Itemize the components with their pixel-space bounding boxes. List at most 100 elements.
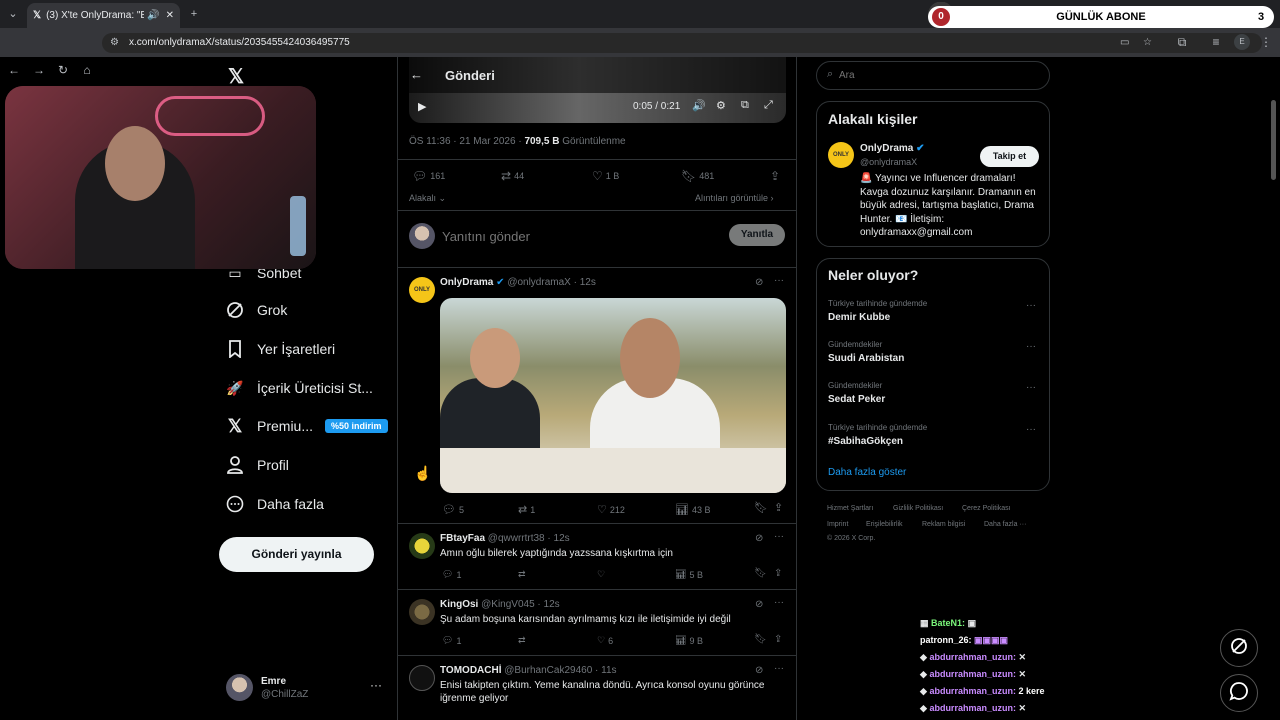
reload-icon[interactable]: ↻ (55, 62, 71, 78)
grok-icon[interactable]: ⊘ (755, 533, 763, 544)
footer-link[interactable]: Hizmet Şartları (827, 505, 873, 512)
nav-item-premium[interactable]: 𝕏 Premiu... %50 indirim (224, 415, 388, 437)
grok-icon[interactable]: ⊘ (755, 277, 763, 288)
volume-icon[interactable]: 🔊 (692, 99, 706, 112)
tweet-author[interactable]: KingOsi (440, 599, 478, 610)
like-action[interactable]: ♡ 212 (597, 503, 625, 516)
trend-item[interactable]: Türkiye tarihinde gündemde #SabihaGökçen (828, 423, 927, 447)
grok-fab[interactable] (1220, 629, 1258, 667)
bookmark-action[interactable]: 🔖︎ 481 (681, 169, 714, 183)
tweet-image[interactable] (440, 298, 786, 493)
reply-action[interactable]: 💬︎ 5 (442, 503, 464, 516)
repost-action[interactable]: ⇄ (518, 635, 526, 646)
fullscreen-icon[interactable]: ⤢ (764, 99, 773, 112)
back-icon[interactable]: ← (6, 62, 22, 78)
tweet-more-icon[interactable]: ··· (774, 663, 784, 674)
search-input[interactable] (839, 66, 1039, 85)
footer-link[interactable]: Reklam bilgisi (922, 521, 965, 528)
reply-icon: 💬︎ (442, 569, 454, 579)
tweet-more-icon[interactable]: ··· (774, 275, 784, 286)
share-icon[interactable]: ⇪ (774, 501, 783, 514)
footer-link[interactable]: Çerez Politikası (962, 505, 1011, 512)
settings-icon[interactable]: ⚙ (716, 99, 726, 112)
repost-action[interactable]: ⇄ 44 (501, 169, 524, 183)
page-scrollbar[interactable] (1271, 100, 1276, 180)
trend-item[interactable]: Türkiye tarihinde gündemde Demir Kubbe (828, 299, 927, 323)
forward-icon[interactable]: → (31, 62, 47, 78)
like-action[interactable]: ♡ (597, 569, 605, 580)
share-icon[interactable]: ⇪ (774, 634, 782, 645)
share-action[interactable]: ⇪ (770, 169, 780, 183)
views-action[interactable]: 📊︎ 43 B (675, 503, 710, 516)
trend-item[interactable]: Gündemdekiler Sedat Peker (828, 381, 885, 405)
related-avatar[interactable]: ONLY (828, 142, 854, 168)
trend-more-icon[interactable]: ··· (1026, 424, 1036, 435)
account-more-icon[interactable]: ··· (370, 678, 382, 692)
share-icon[interactable]: ⇪ (774, 568, 782, 579)
bookmark-star-icon[interactable]: ☆ (1143, 33, 1152, 53)
post-timestamp: ÖS 11:36 · 21 Mar 2026 · (409, 136, 525, 147)
messages-fab[interactable] (1220, 674, 1258, 712)
browser-tab[interactable]: 𝕏 (3) X'te OnlyDrama: "Elraen... 🔊 ✕ (27, 3, 180, 28)
profile-avatar[interactable]: E (1234, 34, 1250, 50)
pip-icon[interactable]: ⧉ (741, 99, 749, 112)
view-quotes-link[interactable]: Alıntıları görüntüle › (695, 193, 774, 203)
trend-more-icon[interactable]: ··· (1026, 300, 1036, 311)
bookmark-icon[interactable]: 🔖︎ (754, 568, 767, 579)
tab-search-icon[interactable]: ⌄ (5, 6, 21, 22)
tweet-more-icon[interactable]: ··· (774, 597, 784, 608)
tweet-header: OnlyDrama ✔ @onlydramaX · 12s (440, 277, 596, 288)
trend-more-icon[interactable]: ··· (1026, 341, 1036, 352)
tweet-author[interactable]: OnlyDrama (440, 277, 493, 288)
install-icon[interactable]: ▭ (1120, 33, 1129, 53)
repost-action[interactable]: ⇄ (518, 569, 526, 580)
footer-link[interactable]: Daha fazla ··· (984, 521, 1026, 528)
bookmark-icon[interactable]: 🔖︎ (754, 634, 767, 645)
views-action[interactable]: 📊︎ 5 B (675, 569, 703, 580)
bookmark-icon[interactable]: 🔖︎ (754, 501, 768, 514)
reply-action[interactable]: 💬︎ 1 (442, 635, 461, 646)
browser-menu-icon[interactable]: ⋮ (1258, 34, 1274, 50)
reply-button[interactable]: Yanıtla (729, 224, 785, 246)
trend-item[interactable]: Gündemdekiler Suudi Arabistan (828, 340, 904, 364)
home-icon[interactable]: ⌂ (79, 62, 95, 78)
reply-action[interactable]: 💬︎ 1 (442, 569, 461, 580)
play-icon[interactable]: ▶ (418, 100, 426, 113)
search-box[interactable]: ⌕ (816, 61, 1050, 90)
grok-icon[interactable]: ⊘ (755, 665, 763, 676)
tweet-author[interactable]: FBtayFaa (440, 533, 485, 544)
nav-item-bookmarks[interactable]: Yer İşaretleri (224, 338, 335, 360)
extensions-icon[interactable]: ⧉ (1174, 34, 1190, 50)
url-field[interactable]: ⚙ x.com/onlydramaX/status/20354554240364… (102, 33, 1262, 53)
follow-button[interactable]: Takip et (980, 146, 1039, 167)
like-action[interactable]: ♡ 1 B (592, 169, 619, 183)
x-favicon-icon: 𝕏 (33, 10, 42, 21)
tweet-more-icon[interactable]: ··· (774, 531, 784, 542)
repost-action[interactable]: ⇄ 1 (518, 503, 535, 516)
footer-link[interactable]: Imprint (827, 521, 848, 528)
site-info-icon[interactable]: ⚙ (110, 33, 119, 53)
media-icon[interactable]: ≡ (1208, 34, 1224, 50)
back-arrow-icon[interactable]: ← (410, 67, 423, 82)
trend-more-icon[interactable]: ··· (1026, 382, 1036, 393)
nav-item-more[interactable]: Daha fazla (224, 493, 324, 515)
show-more-link[interactable]: Daha fazla göster (828, 467, 906, 478)
audio-icon[interactable]: 🔊 (147, 10, 159, 21)
account-switcher[interactable]: Emre @ChillZaZ ··· (226, 674, 386, 704)
footer-link[interactable]: Erişilebilirlik (866, 521, 903, 528)
reply-action[interactable]: 💬︎ 161 (412, 169, 445, 183)
sort-dropdown[interactable]: Alakalı ⌄ (409, 193, 446, 204)
reply-input[interactable] (442, 225, 712, 247)
related-name[interactable]: OnlyDrama (860, 143, 913, 154)
nav-item-grok[interactable]: Grok (224, 299, 287, 321)
footer-link[interactable]: Gizlilik Politikası (893, 505, 943, 512)
like-action[interactable]: ♡ 6 (597, 635, 613, 646)
nav-item-creator-studio[interactable]: 🚀 İçerik Üreticisi St... (224, 377, 373, 399)
tab-close-icon[interactable]: ✕ (166, 10, 174, 21)
new-tab-icon[interactable]: + (186, 6, 202, 22)
post-button[interactable]: Gönderi yayınla (219, 537, 374, 572)
grok-icon[interactable]: ⊘ (755, 599, 763, 610)
tweet-author[interactable]: TOMODACHİ (440, 665, 501, 676)
nav-item-profile[interactable]: Profil (224, 454, 289, 476)
views-action[interactable]: 📊︎ 9 B (675, 635, 703, 646)
